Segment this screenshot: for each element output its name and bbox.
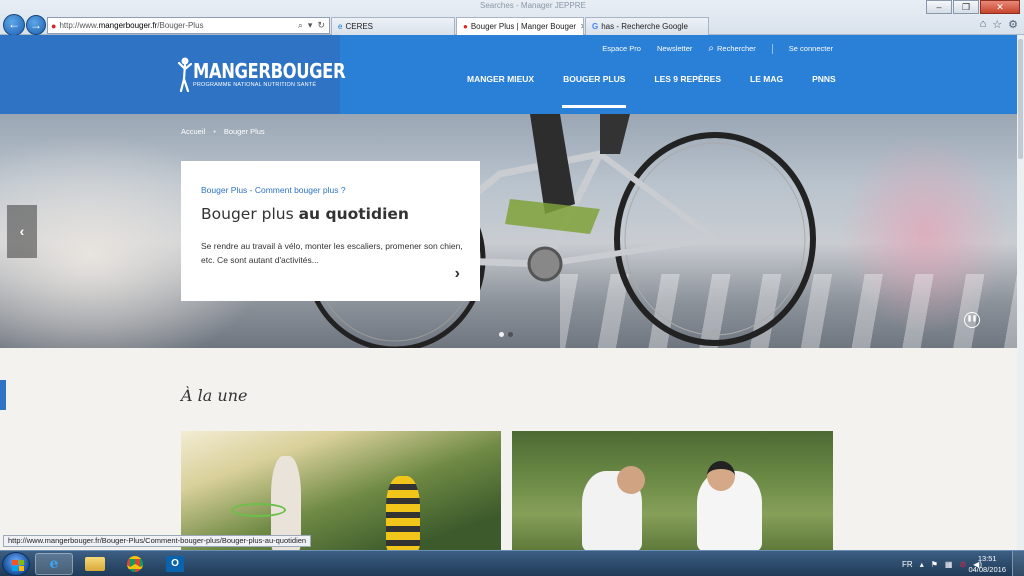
nav-item-bouger-plus[interactable]: BOUGER PLUS: [562, 74, 627, 108]
window-controls: – ❐ ✕: [926, 0, 1020, 14]
logo-subtitle: PROGRAMME NATIONAL NUTRITION SANTÉ: [193, 82, 317, 88]
hero-title-bold: au quotidien: [298, 205, 409, 223]
side-tab-marker[interactable]: [0, 380, 6, 410]
tab-label: CERES: [345, 22, 374, 31]
article-card-image[interactable]: [181, 431, 501, 550]
slider-dots: [499, 332, 513, 337]
status-bar-url: http://www.mangerbouger.fr/Bouger-Plus/C…: [3, 535, 312, 547]
espace-pro-link[interactable]: Espace Pro: [602, 44, 641, 53]
home-icon[interactable]: ⌂: [980, 18, 987, 31]
url-domain: mangerbouger.fr: [98, 21, 158, 30]
search-link[interactable]: ⌕ Rechercher: [708, 43, 755, 54]
nav-item-9-reperes[interactable]: LES 9 REPÈRES: [654, 74, 721, 108]
star-icon[interactable]: ☆: [992, 18, 1002, 31]
hero-description: Se rendre au travail à vélo, monter les …: [201, 241, 463, 265]
hula-hoop: [231, 503, 286, 517]
logo-area[interactable]: MANGERBOUGER PROGRAMME NATIONAL NUTRITIO…: [0, 35, 346, 114]
hero-title: Bouger plus au quotidien: [201, 205, 409, 223]
search-label: Rechercher: [717, 44, 756, 53]
start-button[interactable]: [2, 552, 30, 576]
tab-label: Bouger Plus | Manger Bouger: [470, 22, 577, 31]
article-card-image[interactable]: [512, 431, 833, 550]
url-prefix: http://www.: [59, 21, 99, 30]
tab-bouger-plus[interactable]: ●Bouger Plus | Manger Bouger✕: [456, 17, 584, 35]
chevron-down-icon[interactable]: ▾: [308, 20, 313, 31]
newsletter-link[interactable]: Newsletter: [657, 44, 692, 53]
login-link[interactable]: Se connecter: [789, 44, 833, 53]
slider-dot[interactable]: [508, 332, 513, 337]
flag-icon[interactable]: ⚑: [931, 560, 938, 569]
tab-label: has - Recherche Google: [601, 22, 688, 31]
maximize-button[interactable]: ❐: [953, 0, 979, 14]
close-window-button[interactable]: ✕: [980, 0, 1020, 14]
close-tab-icon[interactable]: ✕: [580, 22, 583, 31]
back-button[interactable]: ←: [3, 14, 25, 36]
google-icon: G: [592, 22, 599, 31]
browser-chrome: Searches - Manager JEPPRE – ❐ ✕ ← → ● ht…: [0, 0, 1024, 36]
language-indicator[interactable]: FR: [902, 560, 913, 569]
hero-title-plain: Bouger plus: [201, 205, 299, 223]
chevron-right-icon[interactable]: ›: [455, 265, 460, 283]
title-bar-text: Searches - Manager JEPPRE: [480, 1, 586, 10]
chevron-up-icon[interactable]: ▴: [920, 560, 924, 569]
clock-time: 13:51: [977, 554, 997, 563]
logo-text: MANGERBOUGER: [193, 59, 346, 83]
search-icon: ⌕: [708, 43, 715, 54]
forward-button[interactable]: →: [26, 15, 46, 35]
apple-icon: ●: [463, 22, 468, 31]
search-icon[interactable]: ⌕: [298, 20, 303, 31]
running-figure-icon: [177, 55, 193, 95]
taskbar-explorer-icon[interactable]: [76, 553, 114, 575]
scrollbar-thumb[interactable]: [1018, 39, 1023, 159]
breadcrumb: Accueil • Bouger Plus: [181, 127, 265, 136]
apple-icon: ●: [51, 20, 57, 31]
breadcrumb-home[interactable]: Accueil: [181, 127, 205, 136]
page-scrollbar[interactable]: [1017, 35, 1024, 550]
taskbar-chrome-icon[interactable]: [116, 553, 154, 575]
pause-icon[interactable]: ❚❚: [964, 312, 980, 328]
address-bar[interactable]: ● http://www. mangerbouger.fr/Bouger-Plus…: [47, 17, 330, 34]
main-content: À la une: [0, 348, 1017, 550]
main-nav: MANGER MIEUX BOUGER PLUS LES 9 REPÈRES L…: [467, 74, 865, 108]
clock[interactable]: 13:51 04/08/2016: [968, 553, 1006, 575]
windows-logo-icon: [12, 560, 24, 571]
browser-tools: ⌂ ☆ ⚙: [980, 18, 1018, 31]
person-head: [707, 461, 735, 491]
show-desktop-button[interactable]: [1012, 551, 1024, 576]
network-icon[interactable]: ▦: [945, 560, 953, 569]
person-head: [617, 466, 645, 494]
taskbar: e O FR ▴ ⚑ ▦ ⊘ ◀) 13:51 04/08/2016: [0, 550, 1024, 576]
tab-strip: eCERES ●Bouger Plus | Manger Bouger✕ Gha…: [331, 17, 710, 35]
gear-icon[interactable]: ⚙: [1008, 18, 1018, 31]
nav-item-le-mag[interactable]: LE MAG: [750, 74, 783, 108]
breadcrumb-separator: •: [213, 127, 216, 136]
url-path: /Bouger-Plus: [157, 21, 204, 30]
slider-dot[interactable]: [499, 332, 504, 337]
taskbar-outlook-icon[interactable]: O: [156, 553, 194, 575]
clock-date: 04/08/2016: [968, 565, 1006, 574]
nav-item-manger-mieux[interactable]: MANGER MIEUX: [467, 74, 534, 108]
hero-slider: Accueil • Bouger Plus ‹ Bouger Plus - Co…: [0, 114, 1017, 348]
section-title: À la une: [181, 386, 248, 405]
ie-icon: e: [338, 22, 343, 31]
breadcrumb-current: Bouger Plus: [223, 127, 265, 136]
slider-prev-button[interactable]: ‹: [7, 205, 37, 258]
tab-ceres[interactable]: e CERES: [331, 17, 455, 35]
security-icon[interactable]: ⊘: [959, 560, 966, 569]
minimize-button[interactable]: –: [926, 0, 952, 14]
hero-card[interactable]: Bouger Plus - Comment bouger plus ? Boug…: [181, 161, 480, 301]
nav-item-pnns[interactable]: PNNS: [812, 74, 836, 108]
hero-kicker-link[interactable]: Bouger Plus - Comment bouger plus ?: [201, 185, 346, 195]
person-figure: [386, 476, 420, 550]
site-header: MANGERBOUGER PROGRAMME NATIONAL NUTRITIO…: [0, 35, 1017, 114]
nav-divider: [771, 43, 773, 54]
utility-nav: Espace Pro Newsletter ⌕ Rechercher Se co…: [602, 43, 833, 54]
taskbar-ie-icon[interactable]: e: [35, 553, 73, 575]
refresh-icon[interactable]: ↻: [317, 20, 325, 31]
tab-google[interactable]: Ghas - Recherche Google: [585, 17, 709, 35]
